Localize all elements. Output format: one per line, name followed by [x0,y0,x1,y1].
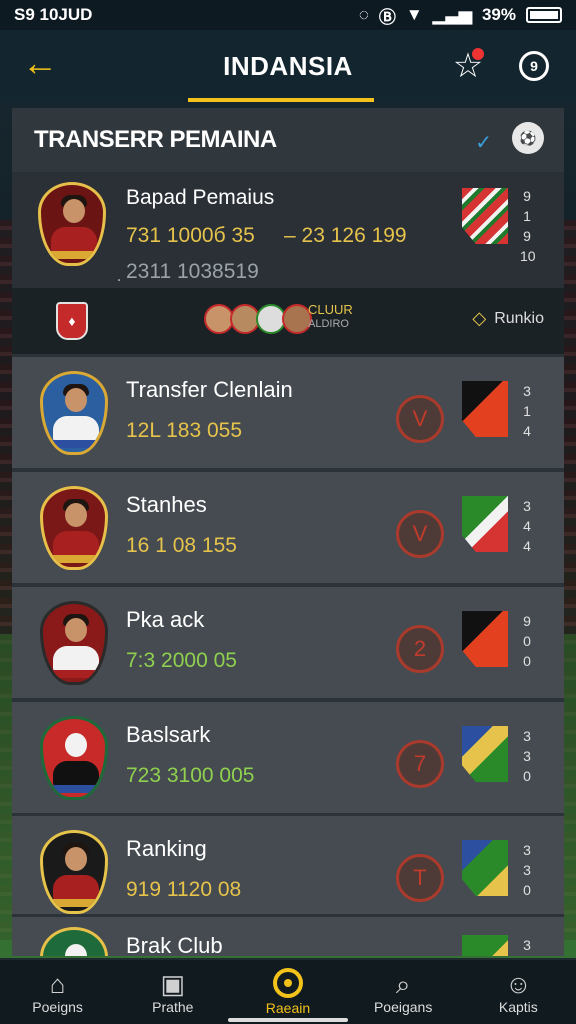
row-name: Brak Club [126,933,223,956]
rank-badge: V [396,395,444,443]
nav-item-user[interactable]: ☺ Kaptis [468,969,568,1015]
transfer-panel: TRANSERR PEMAINA ✓ ⚽ Bapad Pemaius 731 1… [12,108,564,956]
home-indicator [228,1018,348,1022]
featured-player[interactable]: Bapad Pemaius 731 1000б 35 – 23 126 199 … [12,172,564,288]
rank-badge: V [396,510,444,558]
club-label: CLUUR ALDIRO [308,302,353,330]
featured-value-1: 731 1000б 35 [126,224,255,247]
bottom-nav: ⌂ Poeigns ▣ Prathe Raeain ⌕ Poeigans ☺ K… [0,958,576,1024]
featured-value-2: – 23 126 199 [284,224,407,247]
row-value: 723 3100 005 [126,764,255,787]
status-icons: ◌ Ⓑ ▼ ▁▃▅ 39% [359,3,562,28]
list-item[interactable]: Ranking 919 1120 08 T 330 [12,813,564,927]
nav-item-search[interactable]: ⌕ Poeigans [353,969,453,1015]
favorites-button[interactable]: ☆ [448,46,488,86]
nav-label: Prathe [152,999,194,1015]
check-icon[interactable]: ✓ [475,130,492,155]
featured-player-name: Bapad Pemaius [126,186,275,209]
chat-icon: 9 [519,51,549,81]
player-crest [38,182,106,266]
nav-label: Kaptis [498,999,538,1015]
rank-badge: 7 [396,740,444,788]
player-crest [40,830,108,914]
nav-label: Poeigans [373,999,433,1015]
row-name: Stanhes [126,492,207,517]
gift-icon: ▣ [160,969,186,999]
list-item[interactable]: Stanhes 16 1 08 155 V 344 [12,469,564,583]
list-item[interactable]: Transfer Clenlain 12L 183 055 V 314 [12,354,564,468]
wifi-icon: ▼ [405,5,423,24]
nav-item-home[interactable]: ⌂ Poeigns [8,969,108,1015]
club-flag [462,726,508,782]
status-time: S9 10JUD [14,5,93,24]
featured-value-3: ̣2311 1038519 [126,260,259,283]
player-crest [40,371,108,455]
tag-icon: ◇ [472,308,487,328]
list-item[interactable]: Pka ack 7:3 2000 05 2 900 [12,584,564,698]
nav-item-target[interactable]: Raeain [238,968,338,1016]
row-value: 7:3 2000 05 [126,649,237,672]
chat-button[interactable]: 9 [514,46,554,86]
club-crest-icon: ♦ [56,302,88,340]
nav-item-gift[interactable]: ▣ Prathe [123,969,223,1015]
club-strip[interactable]: ♦ CLUUR ALDIRO ◇ Runkio [12,288,564,354]
search-icon: ⌕ [395,969,411,999]
nfc-icon: Ⓑ [378,7,396,27]
player-crest [40,486,108,570]
club-flag [462,188,508,244]
app-header: ← INDANSIA ☆ 9 [0,30,576,102]
signal-icon: ▁▃▅ [432,5,472,24]
nav-label: Poeigns [32,999,83,1015]
panel-title: TRANSERR PEMAINA [34,126,277,153]
battery-percent: 39% [481,5,516,24]
page-title: INDANSIA [223,50,353,81]
player-crest [40,716,108,800]
status-bar: S9 10JUD ◌ Ⓑ ▼ ▁▃▅ 39% [0,0,576,30]
row-name: Pka ack [126,607,205,632]
row-digits: 314 [523,383,531,439]
nav-label: Raeain [265,1000,311,1016]
home-icon: ⌂ [49,969,66,999]
player-crest [40,927,108,956]
football-icon[interactable]: ⚽ [512,122,544,154]
rank-badge: T [396,854,444,902]
row-digits: 330 [523,728,531,784]
mute-icon: ◌ [358,5,369,24]
battery-icon [526,7,562,23]
back-button[interactable]: ← [22,45,62,82]
user-icon: ☺ [505,969,532,999]
club-flag [462,381,508,437]
club-flag [462,611,508,667]
arrow-left-icon: ← [22,42,58,83]
target-icon [272,968,303,998]
club-flag [462,935,508,956]
panel-header: TRANSERR PEMAINA ✓ ⚽ [12,108,564,172]
rank-badge: 2 [396,625,444,673]
row-digits: 344 [523,498,531,554]
row-name: Ranking [126,836,207,861]
title-underline [188,98,374,102]
notification-dot [472,48,484,60]
row-value: 16 1 08 155 [126,534,237,557]
row-value: 12L 183 055 [126,419,243,442]
row-value: 919 1120 08 [126,878,242,901]
list-item[interactable]: Baslsark 723 3100 005 7 330 [12,699,564,813]
player-crest [40,601,108,685]
ranking-label: Runkio [494,309,544,327]
club-flag [462,840,508,896]
row-name: Transfer Clenlain [126,377,293,402]
featured-side-digits: 9 1 9 10 [520,188,536,264]
row-digits: 330 [523,842,531,898]
player-avatars [204,304,312,334]
list-item[interactable]: Brak Club 3 [12,914,564,956]
ranking-link[interactable]: ◇ Runkio [472,308,544,329]
row-name: Baslsark [126,722,211,747]
row-digits: 900 [523,613,531,669]
row-digits: 3 [523,937,531,953]
club-flag [462,496,508,552]
